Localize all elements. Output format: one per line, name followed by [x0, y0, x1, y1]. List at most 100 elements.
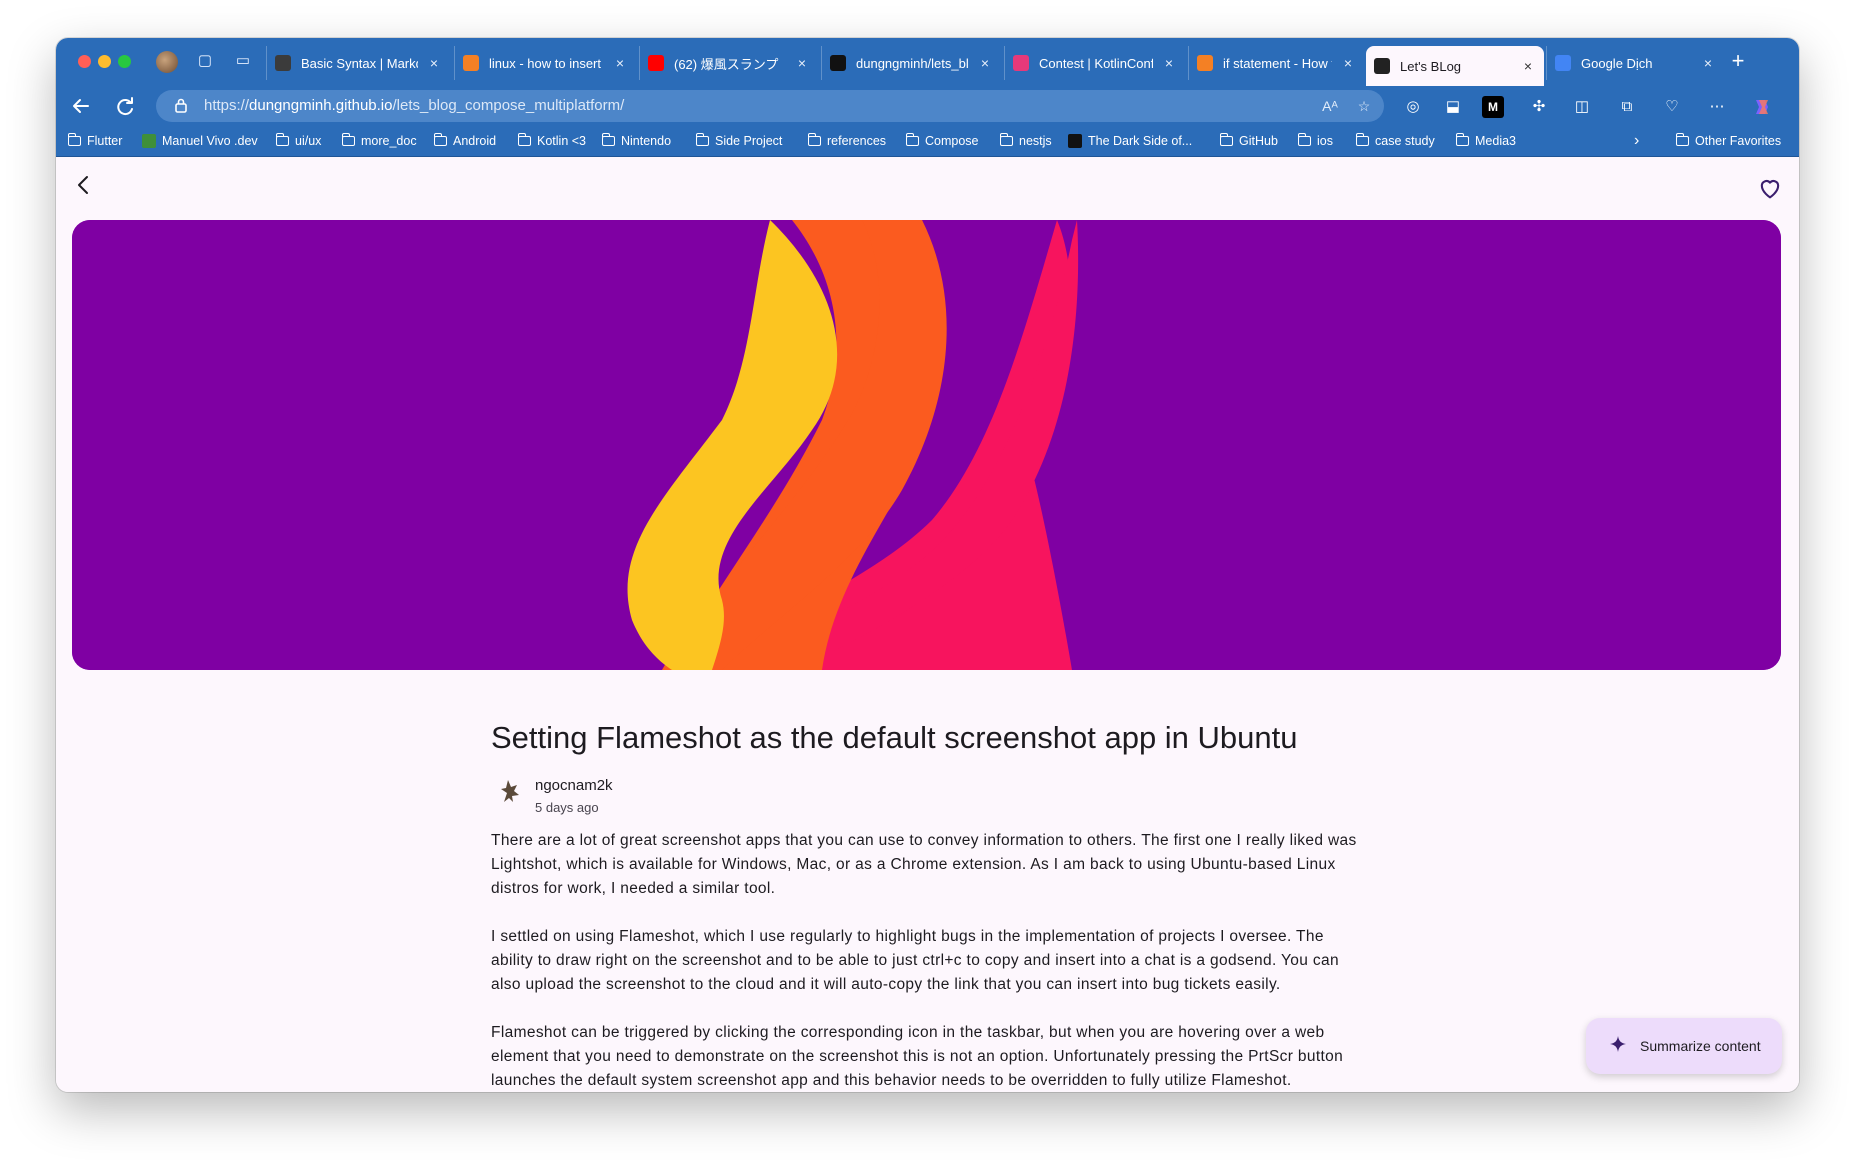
- workspaces-icon[interactable]: ▢: [194, 50, 216, 72]
- article-title: Setting Flameshot as the default screens…: [491, 720, 1298, 755]
- author-avatar[interactable]: [494, 774, 526, 806]
- medium-extension-icon[interactable]: M: [1482, 96, 1504, 118]
- copilot-icon[interactable]: [1751, 96, 1773, 118]
- back-chevron-icon[interactable]: [70, 171, 98, 199]
- more-menu-icon[interactable]: ⋯: [1706, 96, 1728, 118]
- back-arrow-icon[interactable]: [68, 93, 94, 119]
- site-favicon-icon: [1068, 134, 1082, 148]
- tab-close-icon[interactable]: ×: [426, 55, 442, 71]
- folder-icon: [517, 133, 531, 146]
- bookmarks-overflow-chevron-icon[interactable]: ›: [1634, 132, 1639, 150]
- browser-tab[interactable]: (62) 爆風スランプ ×: [639, 46, 818, 80]
- url-text[interactable]: https://dungngminh.github.io/lets_blog_c…: [204, 97, 624, 114]
- bookmark-label: more_doc: [361, 134, 417, 148]
- article-paragraph: Flameshot can be triggered by clicking t…: [491, 1024, 1344, 1089]
- flame-logo-illustration: [72, 220, 1781, 670]
- tab-title: (62) 爆風スランプ: [674, 56, 779, 72]
- bookmark-label: The Dark Side of...: [1088, 134, 1193, 148]
- browser-tab[interactable]: Basic Syntax | Markdown ×: [266, 46, 450, 80]
- browser-tab[interactable]: Contest | KotlinConf ×: [1004, 46, 1185, 80]
- tab-close-icon[interactable]: ×: [794, 55, 810, 71]
- tab-close-icon[interactable]: ×: [1161, 55, 1177, 71]
- browser-tab[interactable]: Let's BLog ×: [1366, 46, 1544, 86]
- split-screen-icon[interactable]: ◫: [1571, 96, 1593, 118]
- bookmark-item[interactable]: The Dark Side of...: [1068, 132, 1192, 150]
- bookmark-item[interactable]: Nintendo: [601, 132, 672, 150]
- browser-essentials-icon[interactable]: ♡: [1661, 96, 1683, 118]
- tab-close-icon[interactable]: ×: [1700, 55, 1716, 71]
- extension-off-icon[interactable]: ⬓: [1442, 96, 1464, 118]
- read-aloud-icon[interactable]: Aᴬ: [1320, 96, 1340, 116]
- browser-window: ▢ ▭ Basic Syntax | Markdown×linux - how …: [56, 38, 1799, 1092]
- zoom-window-button[interactable]: [118, 55, 131, 68]
- copilot-extension-icon[interactable]: ◎: [1402, 96, 1424, 118]
- folder-icon: [1219, 133, 1233, 146]
- bookmark-item[interactable]: Manuel Vivo .dev: [142, 132, 258, 150]
- close-window-button[interactable]: [78, 55, 91, 68]
- tab-close-icon[interactable]: ×: [1340, 55, 1356, 71]
- article-body: There are a lot of great screenshot apps…: [491, 829, 1361, 1092]
- bookmark-item[interactable]: Compose: [905, 132, 979, 150]
- bookmark-item[interactable]: case study: [1355, 132, 1435, 150]
- collections-icon[interactable]: ⧉: [1616, 96, 1638, 118]
- bookmark-label: Nintendo: [621, 134, 672, 148]
- bookmark-item[interactable]: references: [807, 132, 886, 150]
- heart-outline-icon[interactable]: [1756, 174, 1784, 202]
- bookmark-item[interactable]: Android: [433, 132, 496, 150]
- refresh-icon[interactable]: [112, 93, 138, 119]
- tab-favicon-icon: [1197, 55, 1213, 71]
- author-name[interactable]: ngocnam2k: [535, 777, 613, 794]
- bookmark-item[interactable]: Side Project: [695, 132, 782, 150]
- bookmark-item[interactable]: Kotlin <3: [517, 132, 586, 150]
- tab-close-icon[interactable]: ×: [977, 55, 993, 71]
- bookmark-item[interactable]: Media3: [1455, 132, 1516, 150]
- tab-title: Contest | KotlinConf: [1039, 55, 1153, 71]
- bookmark-item[interactable]: more_doc: [341, 132, 417, 150]
- tab-favicon-icon: [1555, 55, 1571, 71]
- folder-icon: [1455, 133, 1469, 146]
- tab-favicon-icon: [830, 55, 846, 71]
- other-favorites-folder[interactable]: Other Favorites: [1675, 132, 1781, 150]
- bookmark-item[interactable]: nestjs: [999, 132, 1052, 150]
- site-favicon-icon: [142, 134, 156, 148]
- tab-favicon-icon: [463, 55, 479, 71]
- extensions-puzzle-icon[interactable]: ✣: [1528, 96, 1550, 118]
- address-bar[interactable]: https://dungngminh.github.io/lets_blog_c…: [156, 90, 1384, 122]
- folder-icon: [999, 133, 1013, 146]
- tab-favicon-icon: [1013, 55, 1029, 71]
- tab-title: Basic Syntax | Markdown: [301, 55, 418, 71]
- tab-close-icon[interactable]: ×: [1520, 58, 1536, 74]
- bookmark-item[interactable]: ios: [1297, 132, 1333, 150]
- browser-tab[interactable]: linux - how to insert ×: [454, 46, 636, 80]
- browser-tab[interactable]: Google Dịch ×: [1546, 46, 1724, 80]
- folder-icon: [807, 133, 821, 146]
- tab-title: Google Dịch: [1581, 55, 1653, 71]
- tab-title: Let's BLog: [1400, 58, 1462, 74]
- folder-icon: [433, 133, 447, 146]
- folder-icon: [695, 133, 709, 146]
- folder-icon: [601, 133, 615, 146]
- tab-actions-icon[interactable]: ▭: [232, 50, 254, 72]
- folder-icon: [1675, 133, 1689, 146]
- bookmarks-bar: Flutter Manuel Vivo .dev ui/ux more_doc Andr…: [56, 126, 1799, 157]
- tab-title: dungngminh/lets_blog: [856, 55, 969, 71]
- lock-icon[interactable]: [172, 97, 190, 115]
- summarize-content-button[interactable]: Summarize content: [1586, 1018, 1782, 1074]
- bookmark-label: ui/ux: [295, 134, 322, 148]
- browser-tab[interactable]: if statement - How to ×: [1188, 46, 1364, 80]
- bookmark-item[interactable]: ui/ux: [275, 132, 322, 150]
- star-icon[interactable]: ☆: [1354, 96, 1374, 116]
- bookmark-item[interactable]: Flutter: [67, 132, 122, 150]
- tab-title: linux - how to insert: [489, 55, 601, 71]
- tab-favicon-icon: [275, 55, 291, 71]
- tab-title: if statement - How to: [1223, 55, 1332, 71]
- tab-close-icon[interactable]: ×: [612, 55, 628, 71]
- browser-tab[interactable]: dungngminh/lets_blog ×: [821, 46, 1001, 80]
- bookmark-label: GitHub: [1239, 134, 1278, 148]
- new-tab-button[interactable]: +: [1726, 50, 1750, 74]
- minimize-window-button[interactable]: [98, 55, 111, 68]
- folder-icon: [275, 133, 289, 146]
- bookmark-label: case study: [1375, 134, 1435, 148]
- bookmark-item[interactable]: GitHub: [1219, 132, 1278, 150]
- profile-avatar[interactable]: [156, 51, 178, 73]
